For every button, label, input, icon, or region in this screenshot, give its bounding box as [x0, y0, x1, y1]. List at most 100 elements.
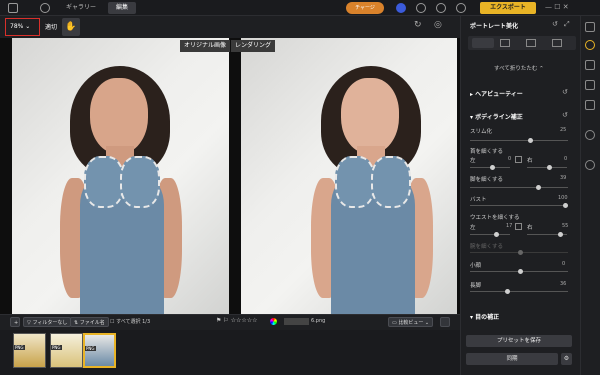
- thumbnail-selected[interactable]: PNG: [83, 333, 116, 368]
- slider-waist-left[interactable]: [470, 232, 510, 237]
- tab-edit[interactable]: 編集: [108, 2, 137, 14]
- charge-button[interactable]: チャージ: [346, 2, 384, 14]
- thumbnail[interactable]: PNG: [50, 333, 83, 368]
- select-all-checkbox[interactable]: ☐ すべて選択 1/3: [110, 318, 150, 325]
- slider-legs[interactable]: [470, 185, 568, 190]
- color-label-icon[interactable]: [270, 318, 277, 325]
- slider-label: バスト: [470, 197, 487, 203]
- home-icon[interactable]: [8, 3, 18, 13]
- history-icon[interactable]: [585, 130, 595, 140]
- rendered-image[interactable]: [241, 38, 457, 314]
- window-controls[interactable]: — ☐ ✕: [545, 3, 569, 11]
- slider-label: 脚を細くする: [470, 177, 504, 183]
- slider-label: 長脚: [470, 283, 482, 289]
- section-hair-label: ヘアビューティー: [475, 91, 523, 98]
- discord-icon[interactable]: [396, 3, 406, 13]
- hair-reset-icon[interactable]: ↺: [562, 88, 568, 96]
- panel-title: ポートレート美化: [470, 23, 519, 30]
- settings-icon[interactable]: [436, 3, 446, 13]
- save-preset-button[interactable]: プリセットを保存: [466, 335, 572, 347]
- crop-icon[interactable]: [585, 80, 595, 90]
- slider-label: 首を細くする: [470, 149, 504, 155]
- neck-right-label: 右: [527, 158, 533, 164]
- expand-icon[interactable]: ⤢: [564, 20, 570, 29]
- rating-flags[interactable]: ⚑ ⚐ ☆☆☆☆☆: [216, 317, 257, 324]
- sync-button[interactable]: 同期: [466, 353, 558, 365]
- slider-small-face[interactable]: [470, 269, 568, 274]
- waist-left-value: 17: [506, 223, 513, 229]
- thumb-badge: PNG: [14, 345, 25, 350]
- slider-neck-right[interactable]: [527, 165, 567, 170]
- image-icon[interactable]: [585, 60, 595, 70]
- filter-label: フィルターなし: [32, 320, 68, 326]
- sort-label: ファイル名: [79, 320, 105, 326]
- filter-button[interactable]: ▽ フィルターなし: [23, 317, 72, 327]
- compare-view-button[interactable]: ▭ 比較ビュー ⌄: [388, 317, 434, 327]
- section-body-label: ボディライン補正: [475, 114, 523, 121]
- slider-value: 39: [560, 175, 567, 181]
- slider-waist-right[interactable]: [527, 232, 567, 237]
- original-image[interactable]: [12, 38, 229, 314]
- original-label: オリジナル画像: [180, 40, 231, 52]
- waist-right-label: 右: [527, 225, 533, 231]
- waist-right-value: 55: [562, 223, 569, 229]
- mode-tab-face[interactable]: [500, 39, 510, 47]
- filename-mask: [284, 318, 309, 325]
- thumb-badge: PNG: [85, 346, 96, 351]
- add-tool-icon[interactable]: [585, 160, 595, 170]
- slider-value: 25: [560, 127, 567, 133]
- compare-view-label: 比較ビュー: [398, 320, 424, 326]
- slider-arms[interactable]: [470, 250, 568, 255]
- thumb-badge: PNG: [51, 345, 62, 350]
- slider-label: 小顔: [470, 263, 482, 269]
- add-button[interactable]: +: [10, 317, 20, 327]
- link-icon[interactable]: [515, 223, 522, 230]
- section-eyes[interactable]: ▾ 目の補正: [470, 312, 499, 321]
- help-icon[interactable]: [456, 3, 466, 13]
- user-icon[interactable]: [416, 3, 426, 13]
- select-all-label: すべて選択 1/3: [116, 319, 151, 325]
- sort-button[interactable]: ⇅ ファイル名: [70, 317, 109, 327]
- compare-mode-icon[interactable]: ◎: [434, 20, 442, 30]
- adjust-icon[interactable]: [585, 22, 595, 32]
- slider-label: ウエストを細くする: [470, 215, 520, 221]
- section-body[interactable]: ▾ ボディライン補正: [470, 112, 523, 121]
- tab-gallery[interactable]: ギャラリー: [58, 2, 104, 14]
- erase-icon[interactable]: [585, 100, 595, 110]
- collapse-all-label: すべて折りたたむ: [494, 66, 538, 72]
- slider-long-legs[interactable]: [470, 289, 568, 294]
- slider-slim[interactable]: [470, 138, 568, 143]
- slider-label: 腕を細くする: [470, 244, 504, 250]
- zoom-select[interactable]: 78% ⌄: [5, 18, 40, 36]
- section-hair[interactable]: ▸ ヘアビューティー: [470, 89, 523, 98]
- fit-button[interactable]: 適切: [45, 22, 57, 31]
- section-eyes-label: 目の補正: [475, 314, 500, 321]
- export-button[interactable]: エクスポート: [480, 2, 536, 14]
- mode-tab-makeup[interactable]: [552, 39, 562, 47]
- thumbnail[interactable]: PNG: [13, 333, 46, 368]
- slider-label: スリム化: [470, 129, 493, 135]
- slider-bust[interactable]: [470, 203, 568, 208]
- collapse-all[interactable]: すべて折りたたむ ⌃: [494, 64, 544, 72]
- mode-tab-body[interactable]: [472, 38, 494, 48]
- slider-value: 100: [558, 195, 568, 201]
- link-icon[interactable]: [515, 156, 522, 163]
- search-icon[interactable]: [40, 3, 50, 13]
- neck-right-value: 0: [564, 156, 568, 162]
- render-label: レンダリング: [231, 40, 276, 52]
- hand-tool-icon[interactable]: ✋: [62, 18, 80, 36]
- zoom-value: 78%: [10, 23, 24, 30]
- waist-left-label: 左: [470, 225, 476, 231]
- body-reset-icon[interactable]: ↺: [562, 111, 568, 119]
- slider-neck-left[interactable]: [470, 165, 510, 170]
- portrait-icon[interactable]: [585, 40, 595, 50]
- mode-tab-skin[interactable]: [526, 39, 536, 47]
- filename: 6.png: [311, 318, 326, 324]
- layout-icon[interactable]: [440, 317, 450, 327]
- neck-left-label: 左: [470, 158, 476, 164]
- slider-value: 36: [560, 281, 567, 287]
- sync-options-icon[interactable]: ⚙: [561, 353, 572, 365]
- reset-icon[interactable]: ↺: [552, 20, 558, 28]
- rotate-icon[interactable]: ↻: [414, 20, 422, 30]
- neck-left-value: 0: [508, 156, 512, 162]
